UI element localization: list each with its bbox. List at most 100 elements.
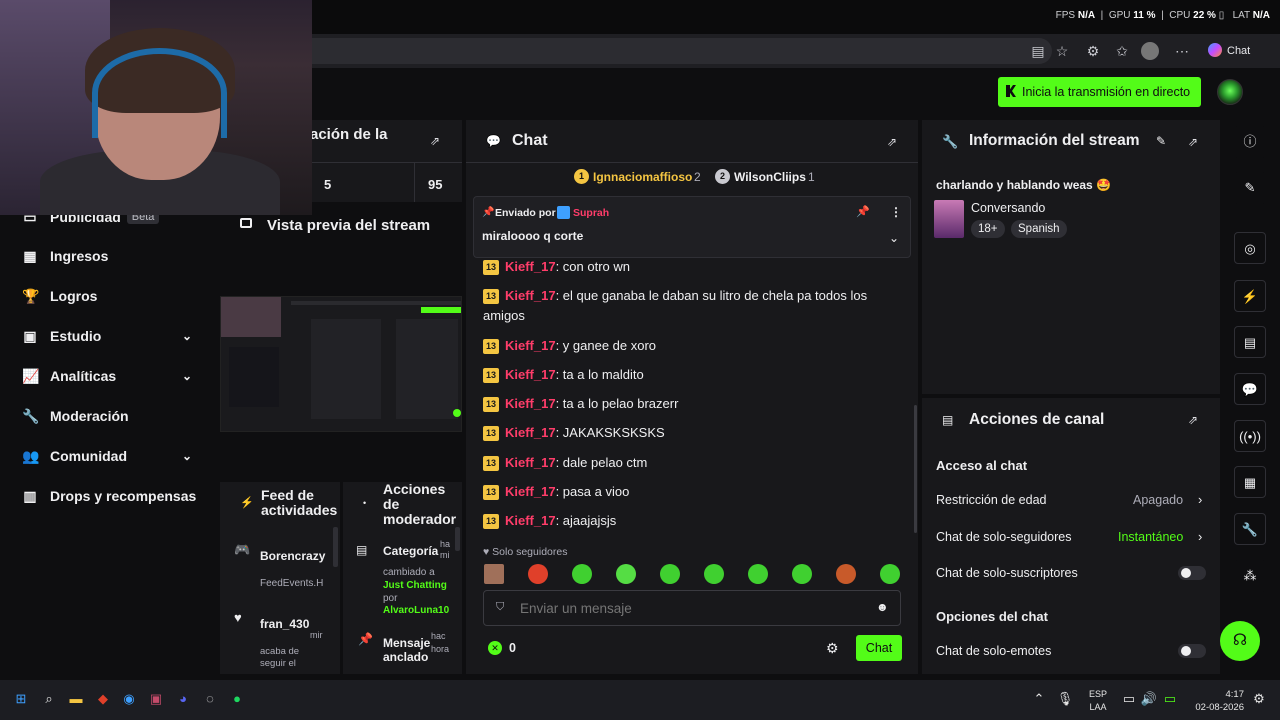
mod-action-user[interactable]: AlvaroLuna10 <box>383 605 449 616</box>
help-headset-icon[interactable]: ☊ <box>1220 621 1260 661</box>
clock[interactable]: 4:17 02-08-2026 <box>1192 688 1244 714</box>
app-icon[interactable]: ▣ <box>147 690 165 708</box>
chat-icon[interactable]: 💬 <box>1234 373 1266 405</box>
spotify-icon[interactable]: ● <box>228 690 246 708</box>
sidebar-item-comunidad[interactable]: 👥 Comunidad ⌄ <box>22 444 202 468</box>
chat-message[interactable]: 13 Kieff_17: JAKAKSKSKSKS <box>483 423 903 443</box>
category-thumbnail[interactable] <box>934 200 964 238</box>
kebab-menu-icon[interactable]: ⋮ <box>890 205 902 219</box>
chat-username[interactable]: Kieff_17 <box>505 425 556 440</box>
popout-icon[interactable]: ⇗ <box>1186 413 1200 427</box>
pinned-by[interactable]: Suprah <box>573 207 609 219</box>
more-icon[interactable]: ⋯ <box>1172 41 1192 61</box>
copilot-chat-button[interactable]: Chat <box>1200 40 1258 62</box>
chat-username[interactable]: Kieff_17 <box>505 455 556 470</box>
popout-icon[interactable]: ⇗ <box>885 135 899 149</box>
popout-icon[interactable]: ⇗ <box>428 134 442 148</box>
app-icon[interactable]: ◆ <box>94 690 112 708</box>
keyboard-language[interactable]: ESP LAA <box>1089 688 1107 714</box>
battery-icon[interactable]: ▭ <box>1161 690 1179 708</box>
chat-message[interactable]: 13 Kieff_17: con otro wn <box>483 257 903 277</box>
sidebar-item-drops[interactable]: ▥ Drops y recompensas <box>22 484 196 508</box>
emote-icon[interactable] <box>528 564 548 584</box>
pin-toggle-icon[interactable]: 📌 <box>856 205 870 218</box>
chat-username[interactable]: Kieff_17 <box>505 513 556 528</box>
emote-icon[interactable] <box>660 564 680 584</box>
file-explorer-icon[interactable]: ▬ <box>67 690 85 708</box>
scrollbar[interactable] <box>455 527 460 551</box>
chat-username[interactable]: Kieff_17 <box>505 396 556 411</box>
tools-icon[interactable]: 🔧 <box>1234 513 1266 545</box>
sidebar-item-moderacion[interactable]: 🔧 Moderación <box>22 404 129 428</box>
emote-icon[interactable] <box>792 564 812 584</box>
favorites-icon[interactable]: ✩ <box>1112 41 1132 61</box>
chevron-up-icon[interactable]: ⌃ <box>1030 690 1048 708</box>
layout-icon[interactable]: ▦ <box>1234 466 1266 498</box>
network-icon[interactable]: ▭ <box>1120 690 1138 708</box>
chat-username[interactable]: Kieff_17 <box>505 259 556 274</box>
microphone-icon[interactable]: 🎙 <box>1056 690 1074 708</box>
chat-username[interactable]: Kieff_17 <box>505 484 556 499</box>
category-name[interactable]: Conversando <box>971 201 1045 215</box>
chat-input[interactable]: ⛉ ☻ <box>483 590 901 626</box>
notes-icon[interactable]: ▤ <box>1234 326 1266 358</box>
emote-icon[interactable] <box>836 564 856 584</box>
subs-only-toggle[interactable] <box>1178 566 1206 580</box>
chat-scrollbar[interactable] <box>914 405 917 533</box>
star-icon[interactable]: ☆ <box>1052 41 1072 61</box>
stream-preview-video[interactable] <box>220 296 462 432</box>
pinned-message[interactable]: 📌 Enviado por Suprah miraloooo q corte 📌… <box>473 196 911 258</box>
go-live-button[interactable]: Inicia la transmisión en directo <box>998 77 1201 107</box>
notification-icon[interactable]: ⚙ <box>1250 690 1268 708</box>
info-icon[interactable]: ⓘ <box>1234 126 1266 158</box>
top-chatter-name[interactable]: Ignnaciomaffioso <box>593 170 692 184</box>
sidebar-item-ingresos[interactable]: ▦ Ingresos <box>22 244 108 268</box>
chat-username[interactable]: Kieff_17 <box>505 338 556 353</box>
age-restriction-label[interactable]: Restricción de edad <box>936 493 1046 507</box>
top-chatter-name[interactable]: WilsonCliips <box>734 170 806 184</box>
search-icon[interactable]: ⌕ <box>40 690 58 708</box>
user-avatar[interactable] <box>1217 79 1243 105</box>
chevron-right-icon[interactable]: › <box>1198 492 1202 507</box>
profile-icon[interactable] <box>1141 42 1159 60</box>
chat-username[interactable]: Kieff_17 <box>505 367 556 382</box>
chat-message[interactable]: 13 Kieff_17: ta a lo maldito <box>483 365 903 385</box>
windows-start-icon[interactable]: ⊞ <box>12 690 30 708</box>
followers-only-label[interactable]: Chat de solo-seguidores <box>936 530 1072 544</box>
extension-icon[interactable]: ⚙ <box>1083 41 1103 61</box>
mod-action-category[interactable]: Just Chatting <box>383 580 447 591</box>
chat-message[interactable]: 13 Kieff_17: ta a lo pelao brazerr <box>483 394 903 414</box>
send-chat-button[interactable]: Chat <box>856 635 902 661</box>
broadcast-icon[interactable]: ((•)) <box>1234 420 1266 452</box>
emotes-only-toggle[interactable] <box>1178 644 1206 658</box>
chat-message[interactable]: 13 Kieff_17: dale pelao ctm <box>483 453 903 473</box>
popout-icon[interactable]: ⇗ <box>1186 135 1200 149</box>
address-bar[interactable] <box>312 38 1052 64</box>
points-icon[interactable]: ✕ <box>488 641 502 655</box>
emoji-icon[interactable]: ☻ <box>876 600 889 614</box>
settings-gear-icon[interactable]: ⚙ <box>826 640 839 657</box>
app-icon[interactable]: ◌ <box>201 690 219 708</box>
sidebar-item-logros[interactable]: 🏆 Logros <box>22 284 97 308</box>
sidebar-item-estudio[interactable]: ▣ Estudio ⌄ <box>22 324 202 348</box>
volume-icon[interactable]: 🔊 <box>1140 690 1158 708</box>
chat-username[interactable]: Kieff_17 <box>505 288 556 303</box>
emote-icon[interactable] <box>748 564 768 584</box>
clip-icon[interactable]: ◎ <box>1234 232 1266 264</box>
chevron-down-icon[interactable]: ⌄ <box>889 231 899 245</box>
chat-message[interactable]: 13 Kieff_17: y ganee de xoro <box>483 336 903 356</box>
emote-icon[interactable] <box>572 564 592 584</box>
chat-message[interactable]: 13 Kieff_17: el que ganaba le daban su li… <box>483 286 903 326</box>
reader-icon[interactable]: ▤ <box>1028 41 1048 61</box>
scrollbar[interactable] <box>333 527 338 567</box>
chat-message-field[interactable] <box>520 597 860 619</box>
community-icon[interactable]: ⁂ <box>1234 560 1266 592</box>
lightning-icon[interactable]: ⚡ <box>1234 280 1266 312</box>
chat-message[interactable]: 13 Kieff_17: ajaajajsjs <box>483 511 903 531</box>
emote-icon[interactable] <box>880 564 900 584</box>
pencil-icon[interactable]: ✎ <box>1156 134 1166 148</box>
discord-icon[interactable]: ◕ <box>174 690 192 708</box>
chevron-right-icon[interactable]: › <box>1198 529 1202 544</box>
emote-icon[interactable] <box>704 564 724 584</box>
sidebar-item-analiticas[interactable]: 📈 Analíticas ⌄ <box>22 364 202 388</box>
